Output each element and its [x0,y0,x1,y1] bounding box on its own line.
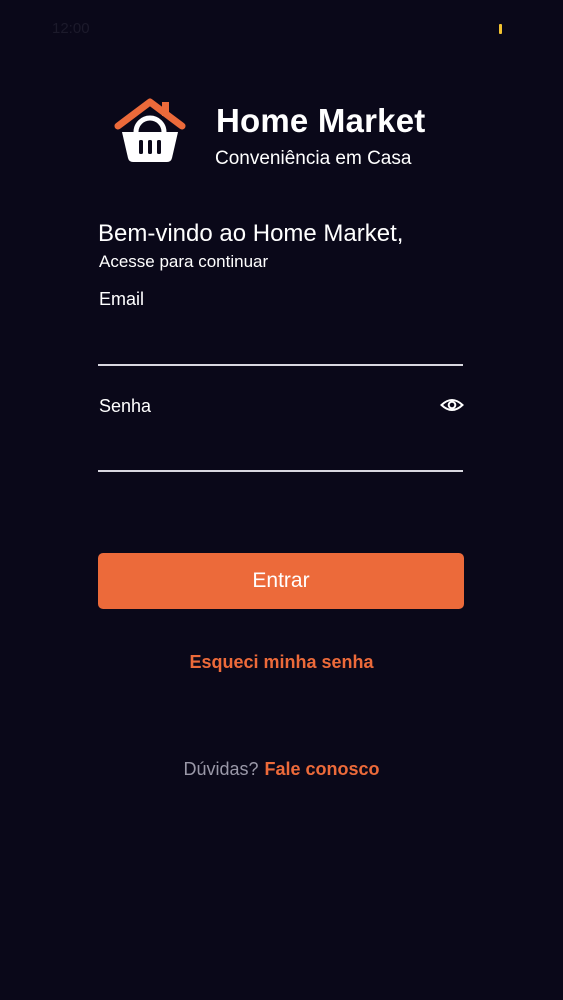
brand-name: Home Market [216,102,426,139]
brand-tagline: Conveniência em Casa [215,148,412,169]
help-text: Dúvidas? [183,759,259,779]
battery-icon [499,24,502,34]
email-field[interactable] [98,328,463,366]
welcome-subtitle: Acesse para continuar [99,252,269,271]
brand-header: Home Market Conveniência em Casa [114,96,474,176]
status-bar: 12:00 [0,0,563,44]
status-time: 12:00 [52,20,90,37]
login-screen: 12:00 Home Market Conveniência em Casa B… [0,0,563,1000]
login-button[interactable]: Entrar [98,553,464,609]
password-field[interactable] [98,434,463,472]
eye-icon[interactable] [440,394,464,416]
email-label: Email [99,289,145,309]
help-row: Dúvidas? Fale conosco [0,759,563,780]
welcome-title: Bem-vindo ao Home Market, [98,220,404,247]
basket-house-icon [114,98,186,162]
password-label: Senha [99,396,152,416]
contact-link[interactable]: Fale conosco [265,759,380,779]
forgot-password-link[interactable]: Esqueci minha senha [0,652,563,673]
